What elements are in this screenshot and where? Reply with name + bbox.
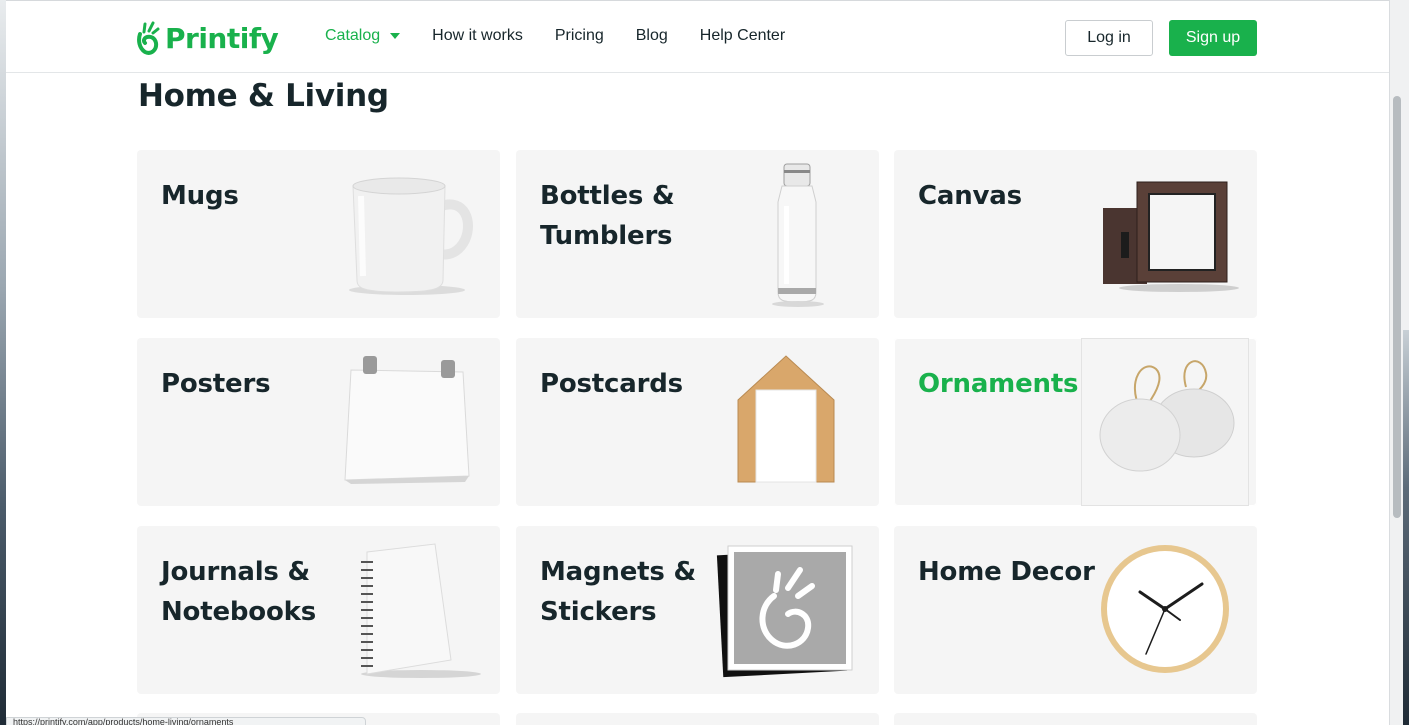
login-button[interactable]: Log in [1065,20,1153,56]
browser-scrollbar-thumb[interactable] [1393,96,1401,518]
nav-help-center[interactable]: Help Center [700,27,785,45]
printify-logo-icon [137,21,160,55]
notebook-image [361,543,481,678]
category-card-home-decor[interactable]: Home Decor [894,526,1257,694]
category-card-canvas[interactable]: Canvas [894,150,1257,318]
category-card-posters[interactable]: Posters [137,338,500,506]
category-card-ornaments[interactable]: Ornaments [894,338,1257,506]
nav-blog[interactable]: Blog [636,27,668,45]
category-card-bottles-tumblers[interactable]: Bottles & Tumblers [516,150,879,318]
site-header: Printify Catalog How it works Pricing Bl… [6,0,1389,73]
clock-image [1101,545,1229,673]
category-card-next[interactable] [894,713,1257,725]
category-card-postcards[interactable]: Postcards [516,338,879,506]
desktop-edge-right [1403,330,1409,725]
postcard-image [737,355,835,483]
printify-logo[interactable]: Printify [135,19,279,57]
magnet-image [716,545,853,678]
category-card-journals-notebooks[interactable]: Journals & Notebooks [137,526,500,694]
canvas-image [1103,181,1239,292]
ornament-image-frame [1081,338,1249,506]
category-label: Postcards [540,369,683,399]
link-status-bar: https://printify.com/app/products/home-l… [6,717,366,725]
category-label: Canvas [918,181,1022,211]
nav-catalog[interactable]: Catalog [325,27,401,45]
section-title: Home & Living [138,78,389,114]
poster-image [344,356,470,484]
bottle-image [772,163,824,307]
ornament-image [1099,360,1235,472]
chevron-down-icon [390,33,401,39]
nav-pricing[interactable]: Pricing [555,27,604,45]
category-label: Ornaments [918,369,1079,399]
nav-how-it-works[interactable]: How it works [432,27,523,45]
page: Printify Catalog How it works Pricing Bl… [6,0,1389,725]
main-nav: Catalog How it works Pricing Blog Help C… [325,27,817,45]
category-label: Journals & Notebooks [161,557,316,627]
category-card-next[interactable] [516,713,879,725]
category-card-magnets-stickers[interactable]: Magnets & Stickers [516,526,879,694]
nav-catalog-label: Catalog [325,27,381,44]
signup-button[interactable]: Sign up [1169,20,1257,56]
category-label: Bottles & Tumblers [540,181,675,251]
mug-image [349,177,473,295]
brand-name: Printify [165,21,279,55]
category-label: Magnets & Stickers [540,557,697,627]
category-card-mugs[interactable]: Mugs [137,150,500,318]
category-label: Home Decor [918,557,1095,587]
category-label: Posters [161,369,271,399]
category-label: Mugs [161,181,239,211]
